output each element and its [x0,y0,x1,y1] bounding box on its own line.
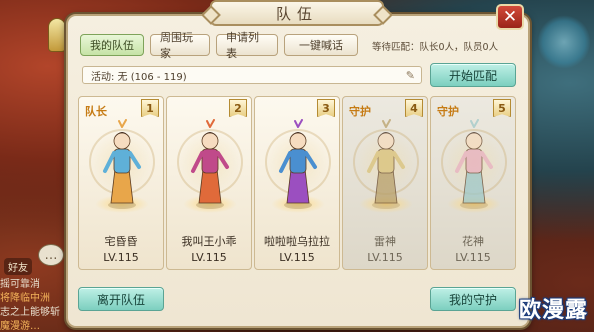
member-role-label: 守护 [349,105,371,118]
tab-nearby-players[interactable]: 周围玩家 [150,31,210,60]
tab-my-team[interactable]: 我的队伍 [80,34,144,56]
member-card[interactable]: 1 队长 宅昏昏 LV.115 [78,96,164,270]
member-level: LV.115 [455,251,491,264]
member-card[interactable]: 4 守护 雷神 LV.115 [342,96,428,270]
member-level: LV.115 [103,251,139,264]
member-role-label: 守护 [437,105,459,118]
lantern-icon[interactable] [48,18,66,52]
member-card[interactable]: 5 守护 花神 LV.115 [430,96,516,270]
character-portrait-icon [367,119,405,209]
chat-log[interactable]: 摇可靠消 将降临中洲 志之上能够斩 魔漫游… [0,278,72,332]
pencil-icon[interactable]: ✎ [406,69,415,82]
chat-line: 魔漫游… [0,321,40,332]
member-name: 雷神 [374,235,396,248]
member-level: LV.115 [279,251,315,264]
character-portrait-icon [279,119,317,209]
member-cards: 1 队长 宅昏昏 LV.115 2 我叫王小乖 LV.115 3 啦啦啦乌拉拉 … [78,96,516,270]
chat-line: 摇可靠消 [0,279,40,290]
member-card[interactable]: 2 我叫王小乖 LV.115 [166,96,252,270]
left-hud: … 好友 摇可靠消 将降临中洲 志之上能够斩 魔漫游… [0,0,72,332]
slot-number-badge: 4 [405,99,423,117]
activity-text: 活动: 无 (106 - 119) [91,71,187,83]
orb-ornament-icon [538,14,590,70]
chat-line: 将降临中洲 [0,293,50,304]
tab-bar: 我的队伍 周围玩家 申请列表 一键喊话 [80,31,358,60]
slot-number-badge: 3 [317,99,335,117]
panel-title: 队伍 [210,0,384,26]
character-portrait-icon [191,119,229,209]
friend-button[interactable]: 好友 [4,258,32,275]
chat-bubble-icon[interactable]: … [38,244,64,266]
leave-team-button[interactable]: 离开队伍 [78,287,164,311]
tab-one-click-shout[interactable]: 一键喊话 [284,34,358,56]
member-level: LV.115 [367,251,403,264]
slot-number-badge: 2 [229,99,247,117]
member-name: 我叫王小乖 [181,235,237,248]
close-button[interactable]: ✕ [496,4,524,30]
member-card[interactable]: 3 啦啦啦乌拉拉 LV.115 [254,96,340,270]
member-name: 啦啦啦乌拉拉 [264,235,330,248]
activity-selector[interactable]: 活动: 无 (106 - 119) ✎ [82,66,422,84]
member-name: 花神 [462,235,484,248]
character-portrait-icon [455,119,493,209]
chat-line: 志之上能够斩 [0,307,60,318]
watermark-logo: 欧漫露 [518,297,588,323]
member-level: LV.115 [191,251,227,264]
character-portrait-icon [103,119,141,209]
tab-applications[interactable]: 申请列表 [216,31,278,60]
member-name: 宅昏昏 [104,235,138,248]
start-match-button[interactable]: 开始匹配 [430,63,516,87]
match-wait-status: 等待匹配：队长0人，队员0人 [372,42,499,53]
member-role-label: 队长 [85,105,107,118]
my-guard-button[interactable]: 我的守护 [430,287,516,311]
slot-number-badge: 1 [141,99,159,117]
slot-number-badge: 5 [493,99,511,117]
